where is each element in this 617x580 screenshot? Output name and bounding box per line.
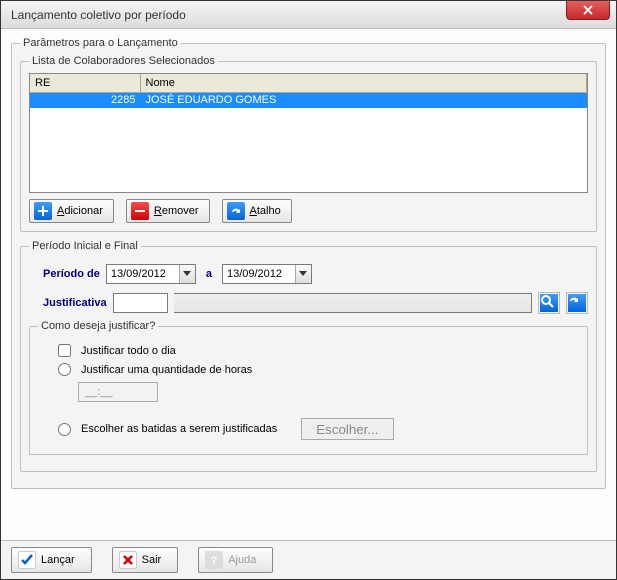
justify-pick-radio[interactable]: [58, 423, 71, 436]
justify-hours-row: Justificar uma quantidade de horas: [58, 363, 579, 376]
date-from-dropdown[interactable]: [179, 265, 195, 283]
justify-all-row: Justificar todo o dia: [58, 344, 579, 357]
launch-label: Lançar: [41, 554, 75, 566]
question-icon: ?: [205, 551, 223, 569]
justify-all-checkbox[interactable]: [58, 344, 71, 357]
titlebar: Lançamento coletivo por período: [1, 1, 616, 29]
period-fieldset: Período Inicial e Final Período de a: [20, 240, 597, 472]
redo-icon: [227, 202, 245, 220]
justificativa-code-input[interactable]: [113, 293, 168, 313]
shortcut-label: Atalho: [250, 205, 281, 217]
justify-mode-fieldset: Como deseja justificar? Justificar todo …: [29, 320, 588, 455]
exit-button[interactable]: Sair: [112, 547, 179, 573]
collaborator-buttons: Adicionar Remover Atalho: [29, 199, 588, 223]
remove-button[interactable]: Remover: [126, 199, 210, 223]
justify-mode-legend: Como deseja justificar?: [38, 320, 158, 332]
collaborators-legend: Lista de Colaboradores Selecionados: [29, 55, 218, 67]
window-title: Lançamento coletivo por período: [11, 8, 610, 22]
shortcut-button[interactable]: Atalho: [222, 199, 292, 223]
date-to-field[interactable]: [222, 264, 312, 284]
dialog-window: Lançamento coletivo por período Parâmetr…: [0, 0, 617, 580]
bottom-bar: Lançar Sair ? Ajuda: [1, 540, 616, 579]
hours-input: [78, 382, 158, 402]
chevron-down-icon: [183, 271, 191, 277]
add-label: Adicionar: [57, 205, 103, 217]
justify-pick-row: Escolher as batidas a serem justificadas…: [58, 418, 579, 440]
date-to-input[interactable]: [223, 267, 295, 281]
collaborators-table[interactable]: RE Nome 2285 JOSÉ EDUARDO GOMES: [30, 74, 587, 108]
date-to-dropdown[interactable]: [295, 265, 311, 283]
exit-label: Sair: [142, 554, 162, 566]
collaborators-table-wrap: RE Nome 2285 JOSÉ EDUARDO GOMES: [29, 73, 588, 193]
justificativa-desc-field: [174, 293, 532, 313]
justify-pick-label: Escolher as batidas a serem justificadas: [81, 423, 277, 435]
table-row[interactable]: 2285 JOSÉ EDUARDO GOMES: [30, 92, 587, 108]
period-to-label: a: [202, 268, 216, 280]
date-from-field[interactable]: [106, 264, 196, 284]
help-label: Ajuda: [228, 554, 256, 566]
justify-hours-radio[interactable]: [58, 363, 71, 376]
cell-nome: JOSÉ EDUARDO GOMES: [140, 92, 587, 108]
date-from-input[interactable]: [107, 267, 179, 281]
remove-label: Remover: [154, 205, 199, 217]
period-row: Período de a: [43, 264, 588, 284]
params-fieldset: Parâmetros para o Lançamento Lista de Co…: [11, 37, 606, 489]
x-icon: [119, 551, 137, 569]
chevron-down-icon: [299, 271, 307, 277]
collaborators-fieldset: Lista de Colaboradores Selecionados RE N…: [20, 55, 597, 232]
justify-all-label: Justificar todo o dia: [81, 345, 176, 357]
search-icon: [540, 294, 558, 312]
client-area: Parâmetros para o Lançamento Lista de Co…: [1, 29, 616, 503]
help-button[interactable]: ? Ajuda: [198, 547, 273, 573]
svg-text:?: ?: [211, 555, 218, 567]
params-legend: Parâmetros para o Lançamento: [20, 37, 181, 49]
redo-icon: [568, 294, 586, 312]
col-re[interactable]: RE: [30, 74, 140, 92]
close-icon: [583, 5, 593, 15]
cell-re: 2285: [30, 92, 140, 108]
justificativa-search-button[interactable]: [538, 292, 560, 314]
justificativa-label: Justificativa: [43, 297, 107, 309]
close-button[interactable]: [566, 1, 610, 20]
justify-hours-label: Justificar uma quantidade de horas: [81, 364, 252, 376]
period-legend: Período Inicial e Final: [29, 240, 141, 252]
plus-icon: [34, 202, 52, 220]
escolher-button: Escolher...: [301, 418, 393, 440]
minus-icon: [131, 202, 149, 220]
period-from-label: Período de: [43, 268, 100, 280]
col-nome[interactable]: Nome: [140, 74, 587, 92]
add-button[interactable]: Adicionar: [29, 199, 114, 223]
justificativa-row: Justificativa: [43, 292, 588, 314]
justificativa-next-button[interactable]: [566, 292, 588, 314]
check-icon: [18, 551, 36, 569]
launch-button[interactable]: Lançar: [11, 547, 92, 573]
